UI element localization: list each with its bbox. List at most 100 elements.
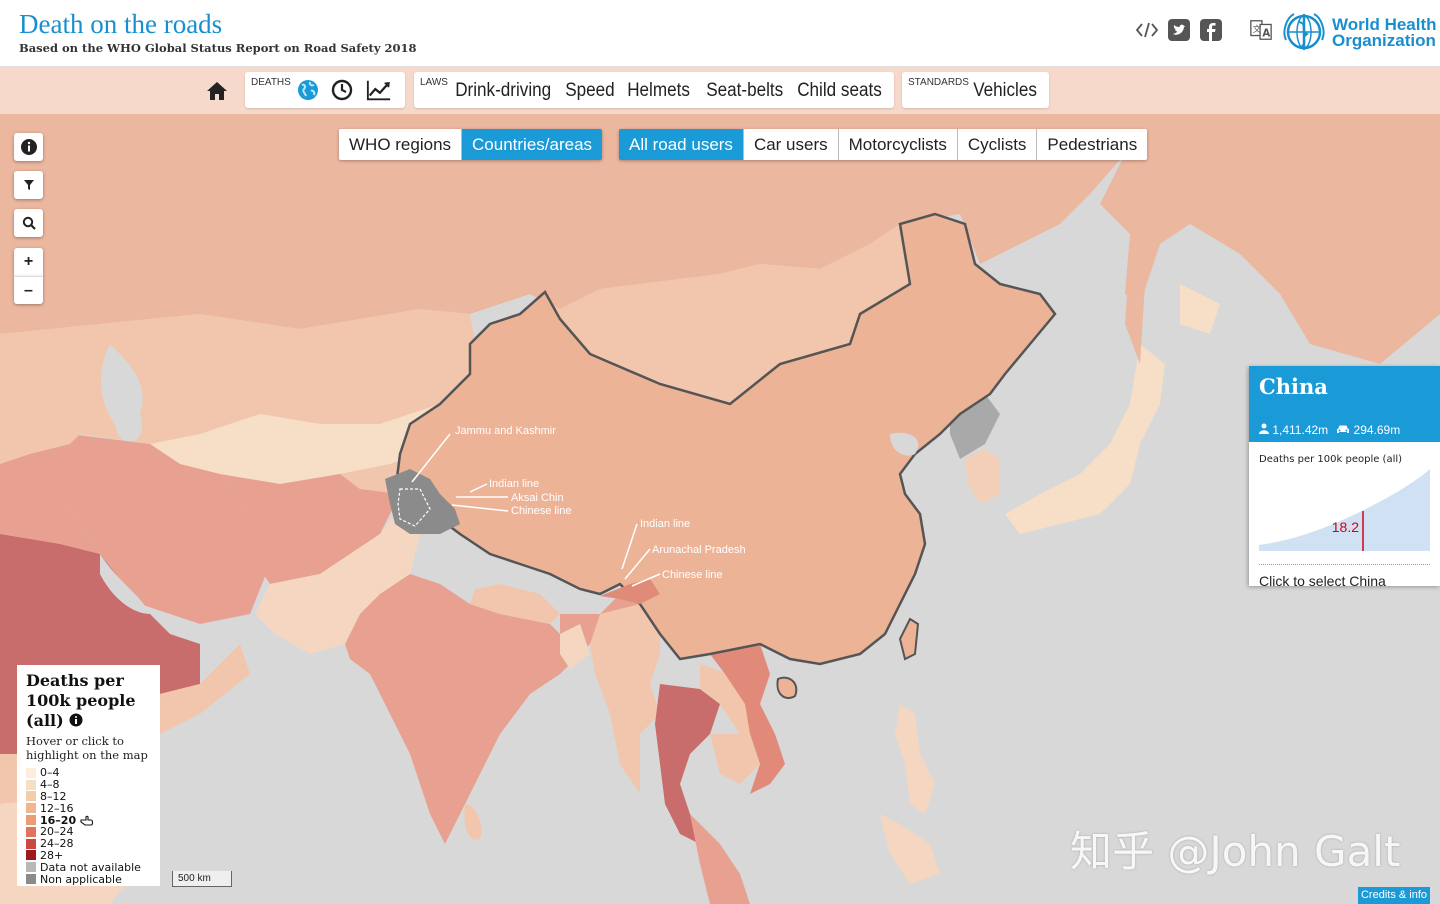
- person-icon: [1259, 423, 1269, 434]
- label-arunachal-pradesh: Arunachal Pradesh: [652, 544, 746, 556]
- legend-swatch: [26, 826, 36, 837]
- search-icon: [22, 216, 36, 230]
- legend-item-label: 12–16: [40, 801, 74, 815]
- svg-text:A: A: [1262, 28, 1270, 39]
- legend-item-label: 0–4: [40, 766, 60, 780]
- choropleth-map[interactable]: Jammu and Kashmir Indian line Aksai Chin…: [0, 114, 1440, 904]
- zoom-out-button[interactable]: –: [14, 276, 43, 304]
- distribution-area: [1259, 469, 1430, 551]
- country-info-panel[interactable]: China 1,411.42m 294.69m Deaths per 100k …: [1249, 366, 1440, 589]
- region-hainan[interactable]: [776, 676, 798, 699]
- legend-item[interactable]: 24–28: [26, 838, 151, 850]
- toggle-who-regions[interactable]: WHO regions: [339, 129, 463, 160]
- credits-button[interactable]: Credits & info: [1358, 887, 1430, 904]
- legend-list: 0–4 4–8 8–12 12–16 16–20 20–24 24–28 28+ Data no…: [26, 767, 151, 885]
- nav-group-standards: STANDARDS Vehicles: [902, 72, 1049, 108]
- legend-item-label: Data not available: [40, 860, 141, 874]
- legend-item-label: 4–8: [40, 778, 60, 792]
- legend-swatch: [26, 767, 36, 778]
- nav-laws-seat-belts[interactable]: Seat-belts: [699, 80, 790, 102]
- who-logo[interactable]: World Health Organization: [1280, 10, 1437, 56]
- who-emblem-icon: [1283, 13, 1325, 50]
- legend-item[interactable]: Non applicable: [26, 873, 151, 885]
- label-chinese-line-2: Chinese line: [662, 569, 723, 581]
- info-button[interactable]: [14, 133, 43, 161]
- nav-bar: DEATHS LAWS Drink-driving Speed Helmets …: [0, 67, 1440, 114]
- legend-item[interactable]: 12–16: [26, 802, 151, 814]
- translate-icon[interactable]: 文A: [1249, 18, 1273, 42]
- legend-item[interactable]: 0–4: [26, 767, 151, 779]
- clock-icon[interactable]: [329, 77, 355, 103]
- toggle-countries-areas[interactable]: Countries/areas: [462, 129, 603, 160]
- watermark: 知乎 @John Galt: [1070, 827, 1401, 876]
- filter-button[interactable]: [14, 171, 43, 199]
- facebook-icon[interactable]: [1199, 18, 1223, 42]
- nav-group-laws: LAWS Drink-driving Speed Helmets Seat-be…: [414, 72, 894, 108]
- home-icon[interactable]: [205, 79, 229, 103]
- nav-caption-standards: STANDARDS: [908, 77, 969, 88]
- legend-swatch: [26, 862, 36, 873]
- legend-swatch: [26, 874, 36, 885]
- legend-item-label: Non applicable: [40, 872, 122, 886]
- label-chinese-line-1: Chinese line: [511, 505, 572, 517]
- legend-item[interactable]: Data not available: [26, 861, 151, 873]
- nav-group-deaths: DEATHS: [245, 72, 405, 108]
- filter-icon: [23, 180, 34, 190]
- info-stats: 1,411.42m 294.69m: [1259, 423, 1400, 437]
- info-panel-header: China 1,411.42m 294.69m: [1249, 366, 1440, 442]
- legend-swatch: [26, 779, 36, 790]
- road-user-toggle-group: All road users Car users Motorcyclists C…: [619, 129, 1148, 160]
- info-icon: [20, 139, 37, 155]
- nav-laws-speed[interactable]: Speed: [558, 80, 622, 102]
- select-country-link[interactable]: Click to select China: [1259, 573, 1430, 589]
- info-country-name: China: [1259, 374, 1328, 399]
- toggle-car-users[interactable]: Car users: [743, 129, 839, 160]
- nav-caption-deaths: DEATHS: [251, 77, 291, 88]
- car-icon: [1337, 425, 1350, 433]
- scale-bar: 500 km: [172, 871, 232, 887]
- nav-laws-helmets[interactable]: Helmets: [620, 80, 697, 102]
- trend-chart-icon[interactable]: [366, 77, 392, 103]
- info-vehicles: 294.69m: [1336, 423, 1400, 437]
- page-title[interactable]: Death on the roads: [19, 9, 222, 40]
- legend-item[interactable]: 8–12: [26, 791, 151, 803]
- toggle-all-road-users[interactable]: All road users: [619, 129, 744, 160]
- info-metric-label: Deaths per 100k people (all): [1259, 454, 1403, 465]
- globe-icon[interactable]: [295, 77, 321, 103]
- search-button[interactable]: [14, 209, 43, 237]
- info-population-value: 1,411.42m: [1272, 423, 1329, 437]
- legend-item-label: 24–28: [40, 837, 74, 851]
- map-legend: Deaths per 100k people (all) Hover or cl…: [17, 665, 160, 886]
- info-separator: [1259, 564, 1430, 565]
- legend-swatch: [26, 803, 36, 814]
- label-aksai-chin: Aksai Chin: [511, 492, 564, 504]
- label-indian-line-2: Indian line: [640, 518, 690, 530]
- nav-standards-vehicles[interactable]: Vehicles: [966, 80, 1044, 102]
- legend-info-icon[interactable]: [69, 713, 83, 727]
- toggle-cyclists[interactable]: Cyclists: [957, 129, 1038, 160]
- distribution-chart: 18.2: [1259, 469, 1430, 551]
- label-jammu-kashmir: Jammu and Kashmir: [455, 425, 556, 437]
- toggle-motorcyclists[interactable]: Motorcyclists: [838, 129, 958, 160]
- legend-item[interactable]: 16–20: [26, 814, 151, 826]
- legend-item-label: 28+: [40, 848, 64, 862]
- legend-item[interactable]: 28+: [26, 850, 151, 862]
- who-name-line2: Organization: [1332, 31, 1436, 50]
- twitter-icon[interactable]: [1167, 18, 1191, 42]
- toggle-pedestrians[interactable]: Pedestrians: [1037, 129, 1148, 160]
- share-icons: 文A: [1135, 18, 1273, 42]
- embed-icon[interactable]: [1135, 18, 1159, 42]
- info-population: 1,411.42m: [1259, 423, 1328, 437]
- nav-laws-drink-driving[interactable]: Drink-driving: [448, 80, 558, 102]
- nav-laws-child-seats[interactable]: Child seats: [790, 80, 889, 102]
- legend-swatch: [26, 850, 36, 861]
- legend-swatch: [26, 838, 36, 849]
- legend-item-label: 16–20: [40, 813, 77, 827]
- legend-item[interactable]: 20–24: [26, 826, 151, 838]
- nav-caption-laws: LAWS: [420, 77, 448, 88]
- legend-item-label: 8–12: [40, 789, 67, 803]
- zoom-in-button[interactable]: +: [14, 248, 43, 276]
- legend-item[interactable]: 4–8: [26, 779, 151, 791]
- legend-subtitle: Hover or click to highlight on the map: [26, 734, 148, 762]
- region-toggle-group: WHO regions Countries/areas: [339, 129, 603, 160]
